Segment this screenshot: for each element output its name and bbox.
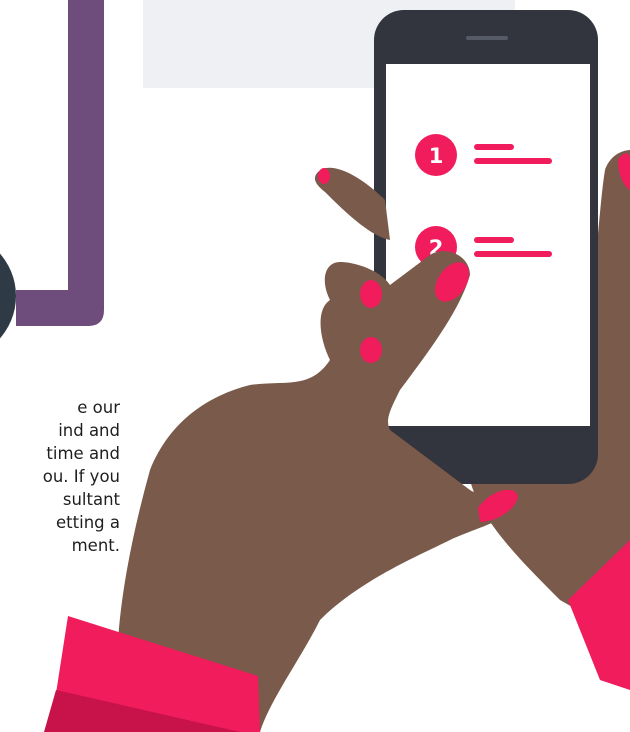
dark-circle-shape	[0, 253, 16, 339]
phone-illustration: 1 2	[0, 0, 630, 732]
text-line: ou. If you	[42, 467, 120, 486]
text-line: time and	[46, 444, 120, 463]
text-line: etting a	[56, 513, 120, 532]
description-text: e our ind and time and ou. If you sultan…	[14, 396, 120, 557]
step-1-number: 1	[429, 144, 444, 168]
step-2-line-long	[474, 251, 552, 257]
text-line: ind and	[58, 421, 120, 440]
text-line: sultant	[62, 490, 120, 509]
purple-bracket-shape	[16, 0, 104, 326]
ring-finger-nail	[360, 337, 382, 363]
text-line: ment.	[71, 536, 120, 555]
middle-finger-nail	[360, 280, 382, 308]
step-1-line-long	[474, 158, 552, 164]
text-line: e our	[77, 398, 120, 417]
step-2-line-short	[474, 237, 514, 243]
finger-nail-top	[318, 168, 330, 184]
step-1-line-short	[474, 144, 514, 150]
phone-earpiece	[466, 36, 508, 40]
